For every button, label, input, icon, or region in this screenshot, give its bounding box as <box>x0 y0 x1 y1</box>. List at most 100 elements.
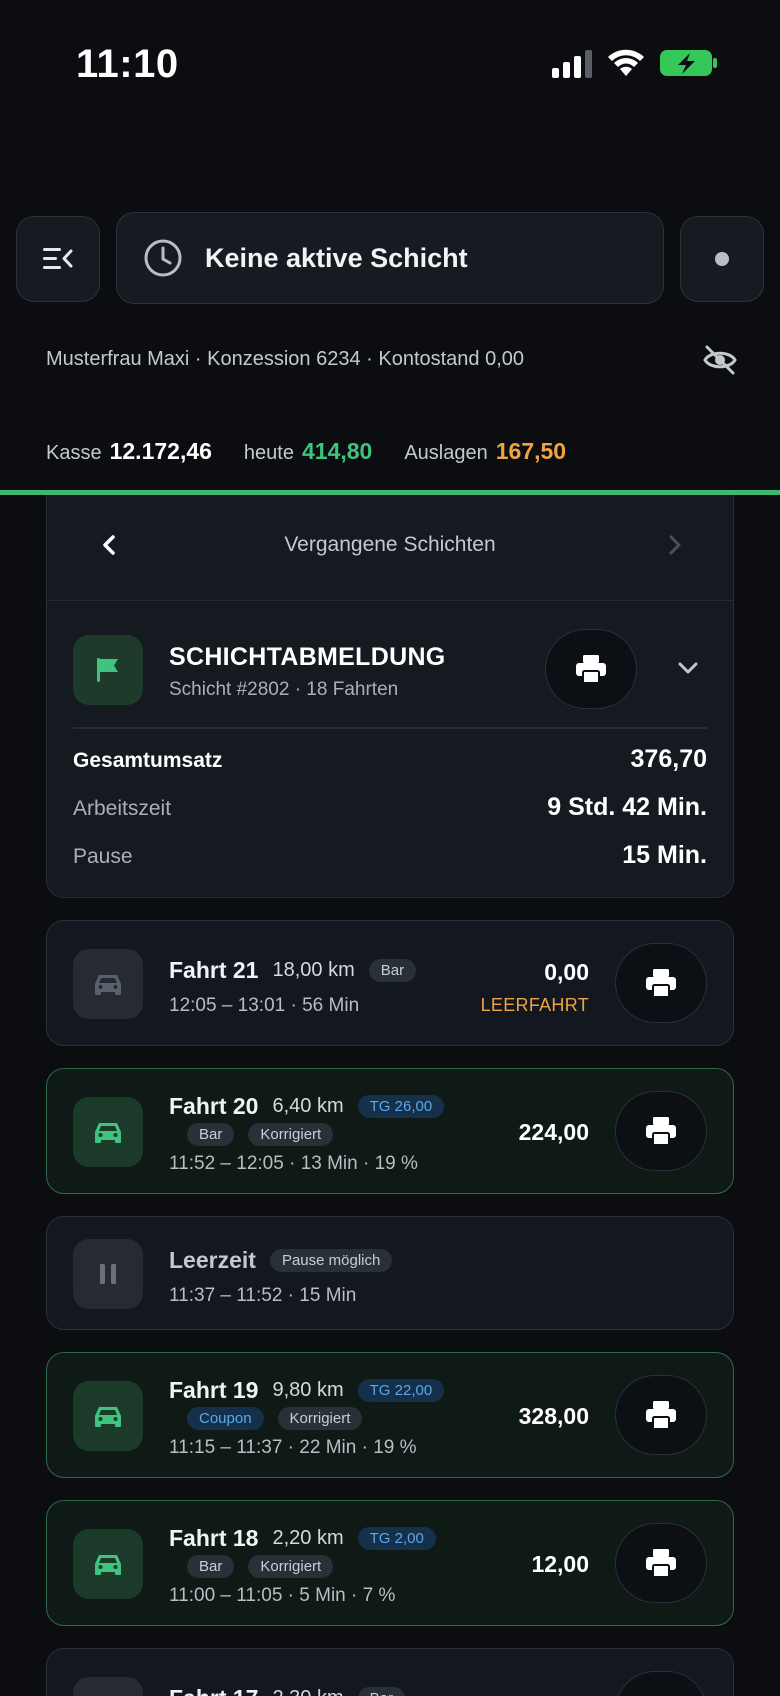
cellular-signal-icon <box>552 50 592 78</box>
trip-tile <box>73 1529 143 1599</box>
totals-value-auslagen: 167,50 <box>495 438 567 464</box>
trip-name: Fahrt 18 <box>169 1525 259 1551</box>
trip-amount: 328,00 <box>518 1403 589 1429</box>
trip-tile <box>73 1677 143 1696</box>
trip-name: Fahrt 20 <box>169 1093 259 1119</box>
trip-distance: 6,40 km <box>272 1095 344 1117</box>
summary-label: Gesamtumsatz <box>73 749 223 772</box>
status-dot-icon <box>715 252 729 266</box>
trip-card-21[interactable]: Fahrt 21 18,00 km Bar 12:05 – 13:01 · 56… <box>46 920 734 1046</box>
summary-value: 376,70 <box>630 745 707 773</box>
shift-report-subtitle: Schicht #2802 · 18 Fahrten <box>169 679 399 700</box>
status-dot-button[interactable] <box>680 216 764 302</box>
corrected-badge: Korrigiert <box>277 1407 363 1430</box>
shift-navigation-title: Vergangene Schichten <box>284 533 496 556</box>
print-trip-button[interactable] <box>615 1091 707 1171</box>
totals-bar: Kasse 12.172,46 heute 414,80 Auslagen 16… <box>46 438 598 465</box>
trip-title: Fahrt 21 18,00 km Bar <box>169 957 417 984</box>
trip-name: Fahrt 21 <box>169 957 259 983</box>
idle-title: Leerzeit Pause möglich <box>169 1247 393 1274</box>
trip-card-18[interactable]: Fahrt 18 2,20 km TG 2,00 Bar Korrigiert … <box>46 1500 734 1626</box>
chevron-right-icon[interactable] <box>663 531 687 559</box>
trip-meta: 12:05 – 13:01 · 56 Min <box>169 995 360 1016</box>
totals-label-kasse: Kasse <box>46 442 102 464</box>
idle-meta: 11:37 – 11:52 · 15 Min <box>169 1285 357 1306</box>
printer-icon <box>646 969 676 998</box>
shift-report-title: SCHICHTABMELDUNG <box>169 643 446 671</box>
summary-label: Pause <box>73 845 133 868</box>
eye-off-icon[interactable] <box>702 344 738 376</box>
trip-meta: 11:15 – 11:37 · 22 Min · 19 % <box>169 1437 417 1458</box>
trip-tile <box>73 949 143 1019</box>
summary-value: 9 Std. 42 Min. <box>547 793 707 821</box>
summary-row-pause: Pause 15 Min. <box>73 841 707 870</box>
totals-label-auslagen: Auslagen <box>404 442 488 464</box>
trip-badges: Coupon Korrigiert <box>169 1407 363 1430</box>
print-trip-button[interactable] <box>615 1671 707 1696</box>
trip-title: Fahrt 20 6,40 km TG 26,00 <box>169 1093 445 1120</box>
totals-value-heute: 414,80 <box>301 438 373 464</box>
idle-time-card[interactable]: Leerzeit Pause möglich 11:37 – 11:52 · 1… <box>46 1216 734 1330</box>
summary-row-worktime: Arbeitszeit 9 Std. 42 Min. <box>73 793 707 822</box>
trip-status-label: LEERFAHRT <box>480 995 589 1015</box>
pause-icon <box>100 1264 116 1284</box>
trip-badges: Bar Korrigiert <box>169 1555 334 1578</box>
wifi-icon <box>608 49 644 76</box>
print-trip-button[interactable] <box>615 943 707 1023</box>
shift-report-tile <box>73 635 143 705</box>
trip-amount: 224,00 <box>518 1119 589 1145</box>
trip-card-19[interactable]: Fahrt 19 9,80 km TG 22,00 Coupon Korrigi… <box>46 1352 734 1478</box>
trip-badges: Bar Korrigiert <box>169 1123 334 1146</box>
trip-card-20[interactable]: Fahrt 20 6,40 km TG 26,00 Bar Korrigiert… <box>46 1068 734 1194</box>
trip-amount: 12,00 <box>531 1551 589 1577</box>
idle-name: Leerzeit <box>169 1247 256 1273</box>
car-icon <box>95 1555 121 1575</box>
tip-badge: TG 26,00 <box>357 1095 445 1118</box>
trip-distance: 18,00 km <box>272 959 355 981</box>
shift-status-text: Keine aktive Schicht <box>205 242 468 273</box>
menu-button[interactable] <box>16 216 100 302</box>
corrected-badge: Korrigiert <box>248 1123 334 1146</box>
divider <box>73 727 707 729</box>
trip-amount: 0,00 <box>544 959 589 985</box>
payment-badge: Bar <box>187 1555 235 1578</box>
pause-possible-badge: Pause möglich <box>269 1249 393 1272</box>
print-shift-button[interactable] <box>545 629 637 709</box>
trip-distance: 2,20 km <box>272 1527 344 1549</box>
print-trip-button[interactable] <box>615 1523 707 1603</box>
clock-icon <box>144 239 182 277</box>
shift-status-box[interactable]: Keine aktive Schicht <box>116 212 664 304</box>
tip-badge: TG 22,00 <box>357 1379 445 1402</box>
menu-collapse-icon <box>43 248 73 269</box>
printer-icon <box>646 1401 676 1430</box>
printer-icon <box>646 1549 676 1578</box>
print-trip-button[interactable] <box>615 1375 707 1455</box>
tip-badge: TG 2,00 <box>357 1527 436 1550</box>
payment-badge: Bar <box>187 1123 235 1146</box>
trip-name: Fahrt 17 <box>169 1685 258 1696</box>
trip-name: Fahrt 19 <box>169 1377 259 1403</box>
totals-label-heute: heute <box>243 442 294 464</box>
trip-card-17[interactable]: Fahrt 17 2,30 km Bar <box>46 1648 734 1696</box>
trip-meta: 11:00 – 11:05 · 5 Min · 7 % <box>169 1585 396 1606</box>
car-icon <box>95 1123 121 1143</box>
totals-value-kasse: 12.172,46 <box>109 438 212 464</box>
corrected-badge: Korrigiert <box>248 1555 334 1578</box>
printer-icon <box>646 1117 676 1146</box>
chevron-down-icon[interactable] <box>675 655 701 681</box>
status-time: 11:10 <box>76 42 179 86</box>
trip-tile <box>73 1097 143 1167</box>
trip-meta: 11:52 – 12:05 · 13 Min · 19 % <box>169 1153 418 1174</box>
past-shifts-card: Vergangene Schichten SCHICHTABMELDUNG Sc… <box>46 495 734 898</box>
battery-charging-icon <box>660 50 717 76</box>
coupon-badge: Coupon <box>187 1407 264 1430</box>
summary-row-revenue: Gesamtumsatz 376,70 <box>73 745 707 774</box>
car-icon <box>95 975 121 995</box>
printer-icon <box>576 655 606 684</box>
status-bar: 11:10 <box>0 0 780 130</box>
trip-title: Fahrt 17 2,30 km Bar <box>169 1685 405 1696</box>
payment-badge: Bar <box>357 1687 405 1696</box>
flag-icon <box>97 658 118 682</box>
payment-badge: Bar <box>368 959 417 982</box>
summary-label: Arbeitszeit <box>73 797 172 820</box>
